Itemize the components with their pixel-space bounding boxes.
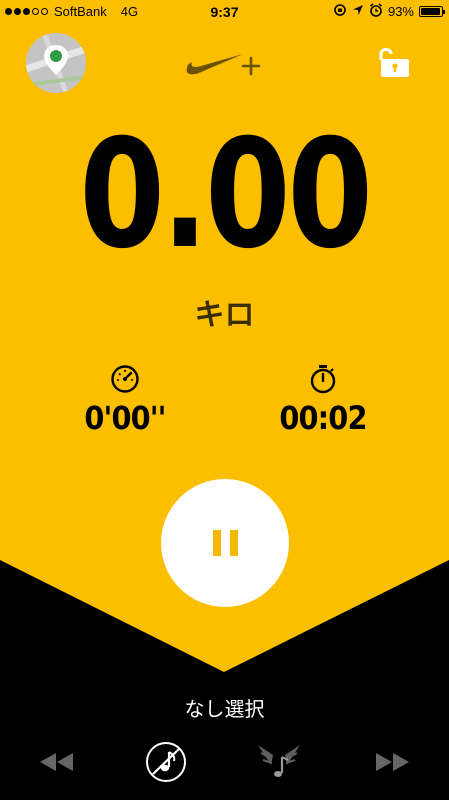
pace-value: 0'00'' <box>84 399 166 437</box>
nike-plus-logo <box>185 46 263 83</box>
location-icon <box>352 4 364 19</box>
powersong-button[interactable] <box>255 741 303 788</box>
duration-value: 00:02 <box>279 399 367 437</box>
duration-metric: 00:02 <box>253 364 393 437</box>
rewind-button[interactable] <box>38 745 76 784</box>
status-bar: SoftBank 4G 9:37 93% <box>0 0 449 24</box>
music-off-icon <box>146 742 186 782</box>
rewind-icon <box>40 753 73 771</box>
fast-forward-icon <box>376 753 409 771</box>
map-button[interactable] <box>26 33 86 93</box>
unlock-icon <box>379 47 409 77</box>
speedometer-icon <box>111 365 139 393</box>
pause-icon <box>212 530 238 556</box>
powersong-icon <box>258 745 300 777</box>
music-toggle-button[interactable] <box>144 740 188 789</box>
distance-value: 0.00 <box>79 108 373 282</box>
fast-forward-button[interactable] <box>373 745 411 784</box>
stopwatch-icon <box>310 365 336 394</box>
lock-button[interactable] <box>377 45 411 84</box>
alarm-icon <box>369 3 383 20</box>
battery-icon <box>419 6 445 17</box>
music-selection-label[interactable]: なし選択 <box>0 693 449 722</box>
map-pin-icon <box>26 33 86 93</box>
distance-unit: キロ <box>194 299 255 332</box>
battery-percent: 93% <box>387 4 414 19</box>
pace-metric: 0'00'' <box>55 364 195 437</box>
rotation-lock-icon <box>333 3 347 20</box>
pause-button[interactable] <box>161 479 289 607</box>
